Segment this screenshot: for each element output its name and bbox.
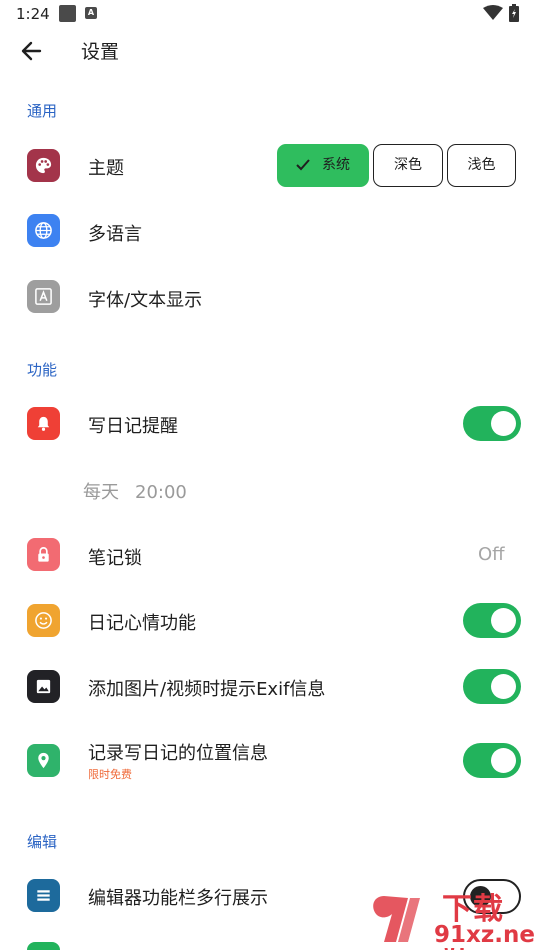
wifi-icon	[483, 5, 503, 20]
app-notification-icon: A	[85, 7, 97, 19]
arrow-left-icon	[21, 41, 42, 61]
status-bar: 1:24 A	[0, 0, 534, 30]
exif-toggle[interactable]	[463, 669, 521, 704]
status-time: 1:24	[16, 5, 50, 23]
toggle-knob	[491, 608, 516, 633]
toggle-knob	[491, 674, 516, 699]
theme-option-light[interactable]: 浅色	[447, 144, 516, 187]
page-title: 设置	[81, 41, 120, 63]
reminder-time[interactable]: 每天 20:00	[83, 478, 203, 504]
section-title-editing: 编辑	[27, 833, 58, 851]
watermark: 下载站 91xz.net	[362, 884, 534, 950]
section-title-general: 通用	[27, 102, 58, 120]
mood-row: 日记心情功能	[0, 594, 534, 646]
note-lock-value: Off	[478, 544, 505, 565]
image-icon	[27, 670, 60, 703]
mood-toggle[interactable]	[463, 603, 521, 638]
reminder-row: 写日记提醒	[0, 398, 534, 450]
location-label: 记录写日记的位置信息	[88, 743, 268, 764]
theme-option-label: 系统	[322, 157, 350, 173]
location-sublabel: 限时免费	[88, 768, 132, 781]
theme-option-dark[interactable]: 深色	[373, 144, 443, 187]
section-title-features: 功能	[27, 361, 58, 379]
globe-icon	[27, 214, 60, 247]
theme-option-system[interactable]: 系统	[277, 144, 369, 187]
palette-icon	[27, 149, 60, 182]
reminder-time-value: 20:00	[135, 482, 187, 503]
note-lock-row[interactable]: 笔记锁	[0, 528, 534, 580]
theme-label: 主题	[88, 158, 124, 179]
bell-icon	[27, 407, 60, 440]
smiley-icon	[27, 604, 60, 637]
toggle-knob	[491, 748, 516, 773]
watermark-url: 91xz.net	[432, 922, 534, 948]
back-button[interactable]	[14, 36, 48, 66]
location-toggle[interactable]	[463, 743, 521, 778]
language-label: 多语言	[88, 224, 142, 245]
notification-icon	[59, 5, 76, 22]
font-label: 字体/文本显示	[88, 290, 203, 311]
theme-option-label: 浅色	[467, 157, 496, 173]
next-row-icon	[27, 942, 60, 950]
note-lock-label: 笔记锁	[88, 548, 142, 569]
exif-row: 添加图片/视频时提示Exif信息	[0, 660, 534, 712]
exif-label: 添加图片/视频时提示Exif信息	[88, 679, 326, 700]
battery-icon	[509, 4, 519, 22]
lock-icon	[27, 538, 60, 571]
app-bar: 设置	[0, 30, 534, 70]
language-row[interactable]: 多语言	[0, 206, 534, 258]
location-row: 记录写日记的位置信息 限时免费	[0, 726, 534, 786]
location-pin-icon	[27, 744, 60, 777]
toggle-knob	[491, 411, 516, 436]
check-icon	[296, 159, 310, 171]
list-icon	[27, 879, 60, 912]
reminder-label: 写日记提醒	[88, 416, 178, 437]
reminder-toggle[interactable]	[463, 406, 521, 441]
theme-option-label: 深色	[394, 157, 422, 173]
watermark-logo-icon	[366, 887, 426, 947]
font-row[interactable]: 字体/文本显示	[0, 272, 534, 324]
reminder-frequency: 每天	[83, 482, 119, 503]
font-a-icon	[27, 280, 60, 313]
mood-label: 日记心情功能	[88, 613, 196, 634]
toolbar-multiline-label: 编辑器功能栏多行展示	[88, 888, 268, 909]
